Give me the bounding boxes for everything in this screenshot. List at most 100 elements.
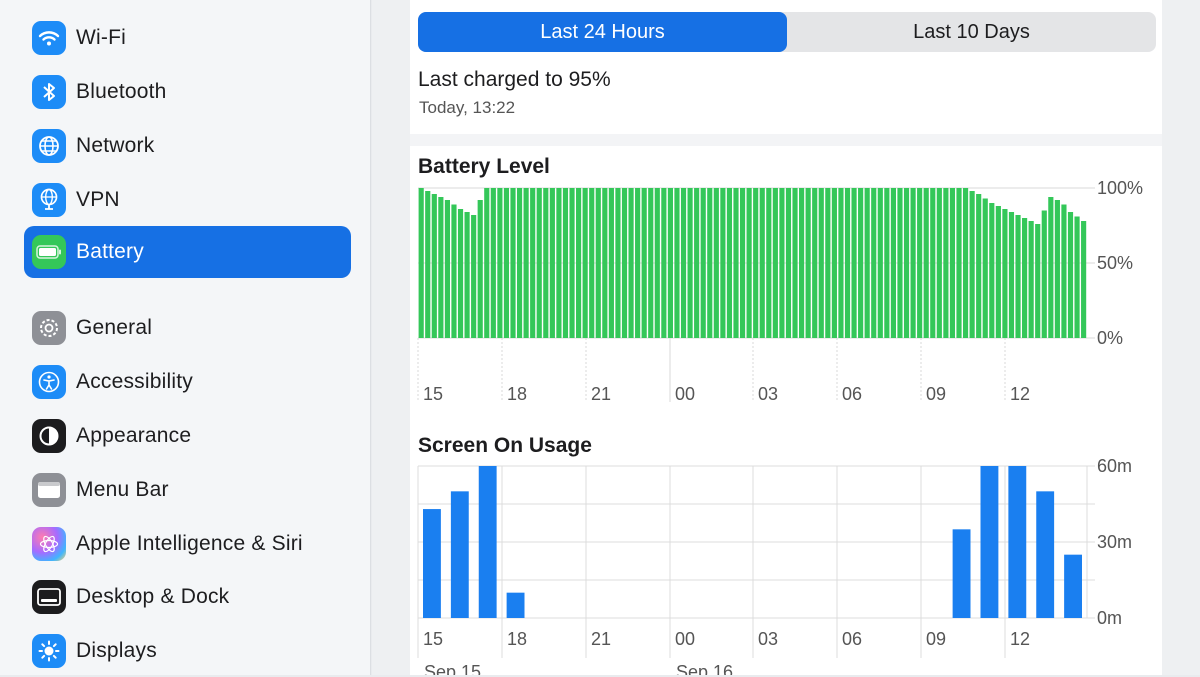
sidebar-item-vpn[interactable]: VPN [24,174,351,226]
battery-bar [635,188,641,338]
appearance-icon [32,419,66,453]
x-tick-label: 12 [1010,384,1030,404]
last-charged-time: Today, 13:22 [419,98,516,117]
battery-bar [516,188,523,338]
battery-bar [989,203,995,338]
battery-icon [32,235,66,269]
battery-bar [1074,216,1080,338]
sidebar-item-label: Network [76,134,155,157]
usage-bar [1008,466,1027,618]
battery-bar [589,188,595,338]
battery-bar [661,188,667,338]
battery-bar [982,198,988,338]
menu-bar-icon [32,473,66,507]
battery-bar [687,188,693,338]
sidebar-item-apple-intelligence-siri[interactable]: Apple Intelligence & Siri [24,518,351,570]
battery-bar [739,188,746,338]
y-tick-label: 50% [1097,253,1133,273]
battery-bar [733,188,739,338]
battery-bar [536,188,542,338]
battery-bar [936,188,942,338]
battery-bar [1061,204,1067,338]
battery-bar [556,188,562,338]
sidebar-item-label: Apple Intelligence & Siri [76,532,303,555]
sidebar-item-bluetooth[interactable]: Bluetooth [24,66,351,118]
battery-bar [490,188,496,338]
battery-bar [766,188,772,338]
sidebar-item-appearance[interactable]: Appearance [24,410,351,462]
sidebar-item-label: Wi-Fi [76,26,126,49]
battery-bar [871,188,877,338]
sidebar-item-desktop-dock[interactable]: Desktop & Dock [24,571,351,623]
x-tick-label: 09 [926,629,946,649]
tab-last-10-days[interactable]: Last 10 Days [787,12,1156,52]
battery-bar [608,188,614,338]
sidebar-item-general[interactable]: General [24,302,351,354]
sidebar-item-battery[interactable]: Battery [24,226,351,278]
battery-bar [792,188,798,338]
x-tick-label: 12 [1010,629,1030,649]
battery-bar [621,188,628,338]
battery-bar [543,188,549,338]
vpn-globe-icon [32,183,66,217]
battery-bar [917,188,923,338]
battery-bar [674,188,680,338]
x-tick-label: 06 [842,384,862,404]
battery-bar [779,188,785,338]
battery-bar [595,188,601,338]
battery-bar [654,188,660,338]
battery-bar [956,188,962,338]
sidebar-item-network[interactable]: Network [24,120,351,172]
battery-bar [943,188,949,338]
battery-bar [930,188,936,338]
battery-bar [759,188,765,338]
sidebar-item-label: Desktop & Dock [76,585,230,608]
battery-bar [1067,212,1074,338]
tab-last-24-hours[interactable]: Last 24 Hours [418,12,787,52]
battery-bar [884,188,890,338]
sidebar-item-label: Bluetooth [76,80,167,103]
battery-bar [903,188,910,338]
battery-bar [477,200,483,338]
x-tick-label: 18 [507,629,527,649]
dock-icon [32,580,66,614]
x-tick-label: 15 [423,629,443,649]
battery-bar [772,188,778,338]
battery-bar [648,188,654,338]
battery-bar [897,188,903,338]
battery-bar [1041,210,1047,338]
battery-bar [1002,209,1008,338]
sidebar-item-label: Accessibility [76,370,193,393]
sidebar-item-displays[interactable]: Displays [24,625,351,677]
y-tick-label: 30m [1097,532,1132,552]
y-tick-label: 60m [1097,458,1132,476]
gear-icon [32,311,66,345]
battery-bar [1048,197,1054,338]
sidebar-item-wi-fi[interactable]: Wi-Fi [24,12,351,64]
time-range-segmented-control: Last 24 Hours Last 10 Days [418,12,1156,52]
battery-bar [576,188,582,338]
sidebar-item-accessibility[interactable]: Accessibility [24,356,351,408]
battery-bar [497,188,503,338]
battery-bar [418,188,424,338]
battery-bar [471,215,477,338]
sidebar-item-label: VPN [76,188,120,211]
battery-bar [694,188,700,338]
sidebar-item-menu-bar[interactable]: Menu Bar [24,464,351,516]
usage-bar [450,491,469,618]
battery-level-title: Battery Level [418,155,550,178]
battery-bar [969,191,975,338]
bluetooth-icon [32,75,66,109]
siri-icon [32,527,66,561]
battery-bar [569,188,575,338]
battery-bar [615,188,621,338]
usage-bar [980,466,999,618]
battery-bar [785,188,792,338]
battery-bar [753,188,759,338]
battery-bar [720,188,726,338]
battery-bar [844,188,851,338]
battery-bar [425,191,431,338]
screen-usage-title: Screen On Usage [418,434,592,457]
battery-bar [530,188,536,338]
sidebar-item-label: Displays [76,639,157,662]
